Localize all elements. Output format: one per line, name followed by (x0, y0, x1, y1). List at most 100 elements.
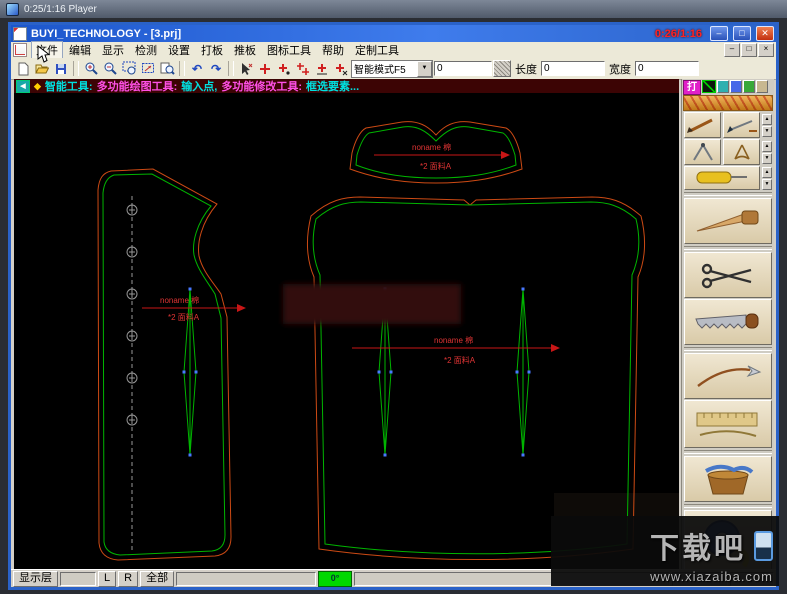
svg-text:noname 棉: noname 棉 (434, 335, 473, 345)
pattern-swatch-button[interactable] (493, 60, 511, 77)
svg-text:noname 棉: noname 棉 (412, 142, 451, 152)
mini-tool-button[interactable] (756, 80, 768, 93)
spin-up-icon[interactable]: ▲ (762, 113, 772, 125)
spin-up-icon[interactable]: ▲ (762, 140, 772, 152)
ruler-tool-button[interactable] (684, 400, 772, 448)
width-input[interactable] (635, 61, 699, 76)
mouse-cursor (37, 44, 51, 68)
spin-down-icon[interactable]: ▼ (762, 152, 772, 164)
hint-segment: 智能工具: (44, 81, 93, 93)
toolbar-separator (73, 61, 79, 76)
pen-nib-tool-button[interactable] (723, 112, 760, 138)
grain-line: noname 棉 *2 面料A (142, 295, 246, 322)
divider (684, 246, 772, 250)
menu-custom-tools[interactable]: 定制工具 (350, 41, 404, 59)
app-icon (13, 26, 27, 41)
angle-indicator: 0° (318, 570, 353, 587)
redo-icon[interactable]: ↷ (207, 60, 225, 77)
toolbar-separator (228, 61, 234, 76)
hint-segment: 输入点, (181, 81, 218, 93)
grain-line: noname 棉 *2 面料A (352, 335, 560, 365)
child-restore-button[interactable]: □ (741, 43, 757, 57)
menu-settings[interactable]: 设置 (163, 41, 195, 59)
svg-text:noname 棉: noname 棉 (160, 295, 199, 305)
mode-dropdown[interactable]: 智能模式F5 ▼ (351, 59, 433, 78)
pen-tool-button[interactable] (684, 112, 721, 138)
spin-down-icon[interactable]: ▼ (762, 125, 772, 137)
zoom-area-icon[interactable] (120, 60, 138, 77)
dart[interactable] (516, 288, 530, 456)
maximize-button[interactable]: □ (733, 26, 751, 41)
intersect-point-tool-icon[interactable] (294, 60, 312, 77)
value-input[interactable] (434, 61, 492, 76)
hint-bar: ◀ ◆ 智能工具: 多功能绘图工具: 输入点, 多功能修改工具: 框选要素... (14, 79, 679, 93)
menu-pattern[interactable]: 打板 (196, 41, 228, 59)
saw-tool-button[interactable] (684, 299, 772, 345)
hint-segment: 多功能绘图工具: (96, 81, 178, 93)
right-button[interactable]: R (118, 570, 139, 587)
watermark: 下载吧 www.xiazaiba.com (650, 525, 773, 584)
awl-tool-button[interactable] (684, 198, 772, 244)
child-minimize-button[interactable]: – (724, 43, 740, 57)
offset-point-tool-icon[interactable] (313, 60, 331, 77)
menu-icon-tools[interactable]: 图标工具 (262, 41, 316, 59)
all-button[interactable]: 全部 (140, 570, 175, 587)
width-label: 宽度 (609, 63, 631, 76)
add-point-tool-icon[interactable] (275, 60, 293, 77)
divider-tool-button[interactable] (684, 139, 721, 165)
child-close-button[interactable]: × (758, 43, 774, 57)
divider (684, 192, 772, 196)
menu-grading[interactable]: 推板 (229, 41, 261, 59)
save-icon[interactable] (52, 60, 70, 77)
app-title: BUYI_TECHNOLOGY - [3.prj] (31, 27, 182, 40)
zoom-fit-icon[interactable] (158, 60, 176, 77)
roller-tool-button[interactable] (684, 166, 760, 190)
menu-edit[interactable]: 编辑 (64, 41, 96, 59)
scissors-tool-button[interactable] (684, 252, 772, 298)
chevron-down-icon[interactable]: ▼ (417, 60, 432, 77)
menu-check[interactable]: 检测 (130, 41, 162, 59)
new-icon[interactable] (14, 60, 32, 77)
bucket-tool-button[interactable] (684, 456, 772, 502)
svg-text:*2 面料A: *2 面料A (420, 161, 452, 171)
compass-tool-button[interactable] (723, 139, 760, 165)
spin-down-icon[interactable]: ▼ (762, 178, 772, 190)
close-button[interactable]: ✕ (756, 26, 774, 41)
hint-segment: 多功能修改工具: (221, 81, 302, 93)
drawing-canvas[interactable]: noname 棉 *2 面料A noname 棉 *2 面料A noname 棉… (14, 93, 679, 569)
mini-tool-button[interactable] (730, 80, 742, 93)
menu-view[interactable]: 显示 (97, 41, 129, 59)
mini-tool-button[interactable] (743, 80, 755, 93)
watermark-title: 下载吧 (649, 533, 746, 565)
menu-help[interactable]: 帮助 (317, 41, 349, 59)
pan-icon[interactable] (139, 60, 157, 77)
length-input[interactable] (541, 61, 605, 76)
zoom-in-icon[interactable] (82, 60, 100, 77)
main-area: ◀ ◆ 智能工具: 多功能绘图工具: 输入点, 多功能修改工具: 框选要素... (11, 79, 776, 569)
length-label: 长度 (515, 63, 537, 76)
svg-text:*2 面料A: *2 面料A (444, 355, 476, 365)
player-titlebar: 0:25/1:16 Player (0, 0, 787, 18)
svg-text:*2 面料A: *2 面料A (168, 312, 200, 322)
divider (684, 450, 772, 454)
watermark-url: www.xiazaiba.com (650, 569, 773, 584)
left-button[interactable]: L (98, 570, 117, 587)
minimize-button[interactable]: – (710, 26, 728, 41)
zoom-out-icon[interactable] (101, 60, 119, 77)
pattern-piece-front[interactable] (97, 168, 232, 561)
undo-icon[interactable]: ↶ (188, 60, 206, 77)
tool-sidebar: 打 ▲ ▼ ▲ ▼ ▲ ▼ (681, 79, 774, 569)
mini-tool-button[interactable] (717, 80, 729, 93)
pattern-piece-yoke[interactable] (349, 121, 523, 184)
layer-button[interactable]: 显示层 (13, 570, 58, 587)
delete-point-tool-icon[interactable] (332, 60, 350, 77)
back-icon[interactable]: ◀ (16, 79, 30, 93)
select-tool-icon[interactable] (237, 60, 255, 77)
outline-tool-button[interactable] (702, 80, 716, 93)
point-tool-icon[interactable] (256, 60, 274, 77)
seam-ripper-tool-button[interactable] (684, 353, 772, 399)
spin-up-icon[interactable]: ▲ (762, 166, 772, 178)
hint-segment: 框选要素... (306, 81, 360, 93)
pattern-mode-button[interactable]: 打 (683, 80, 701, 95)
grain-line: noname 棉 *2 面料A (374, 142, 510, 171)
